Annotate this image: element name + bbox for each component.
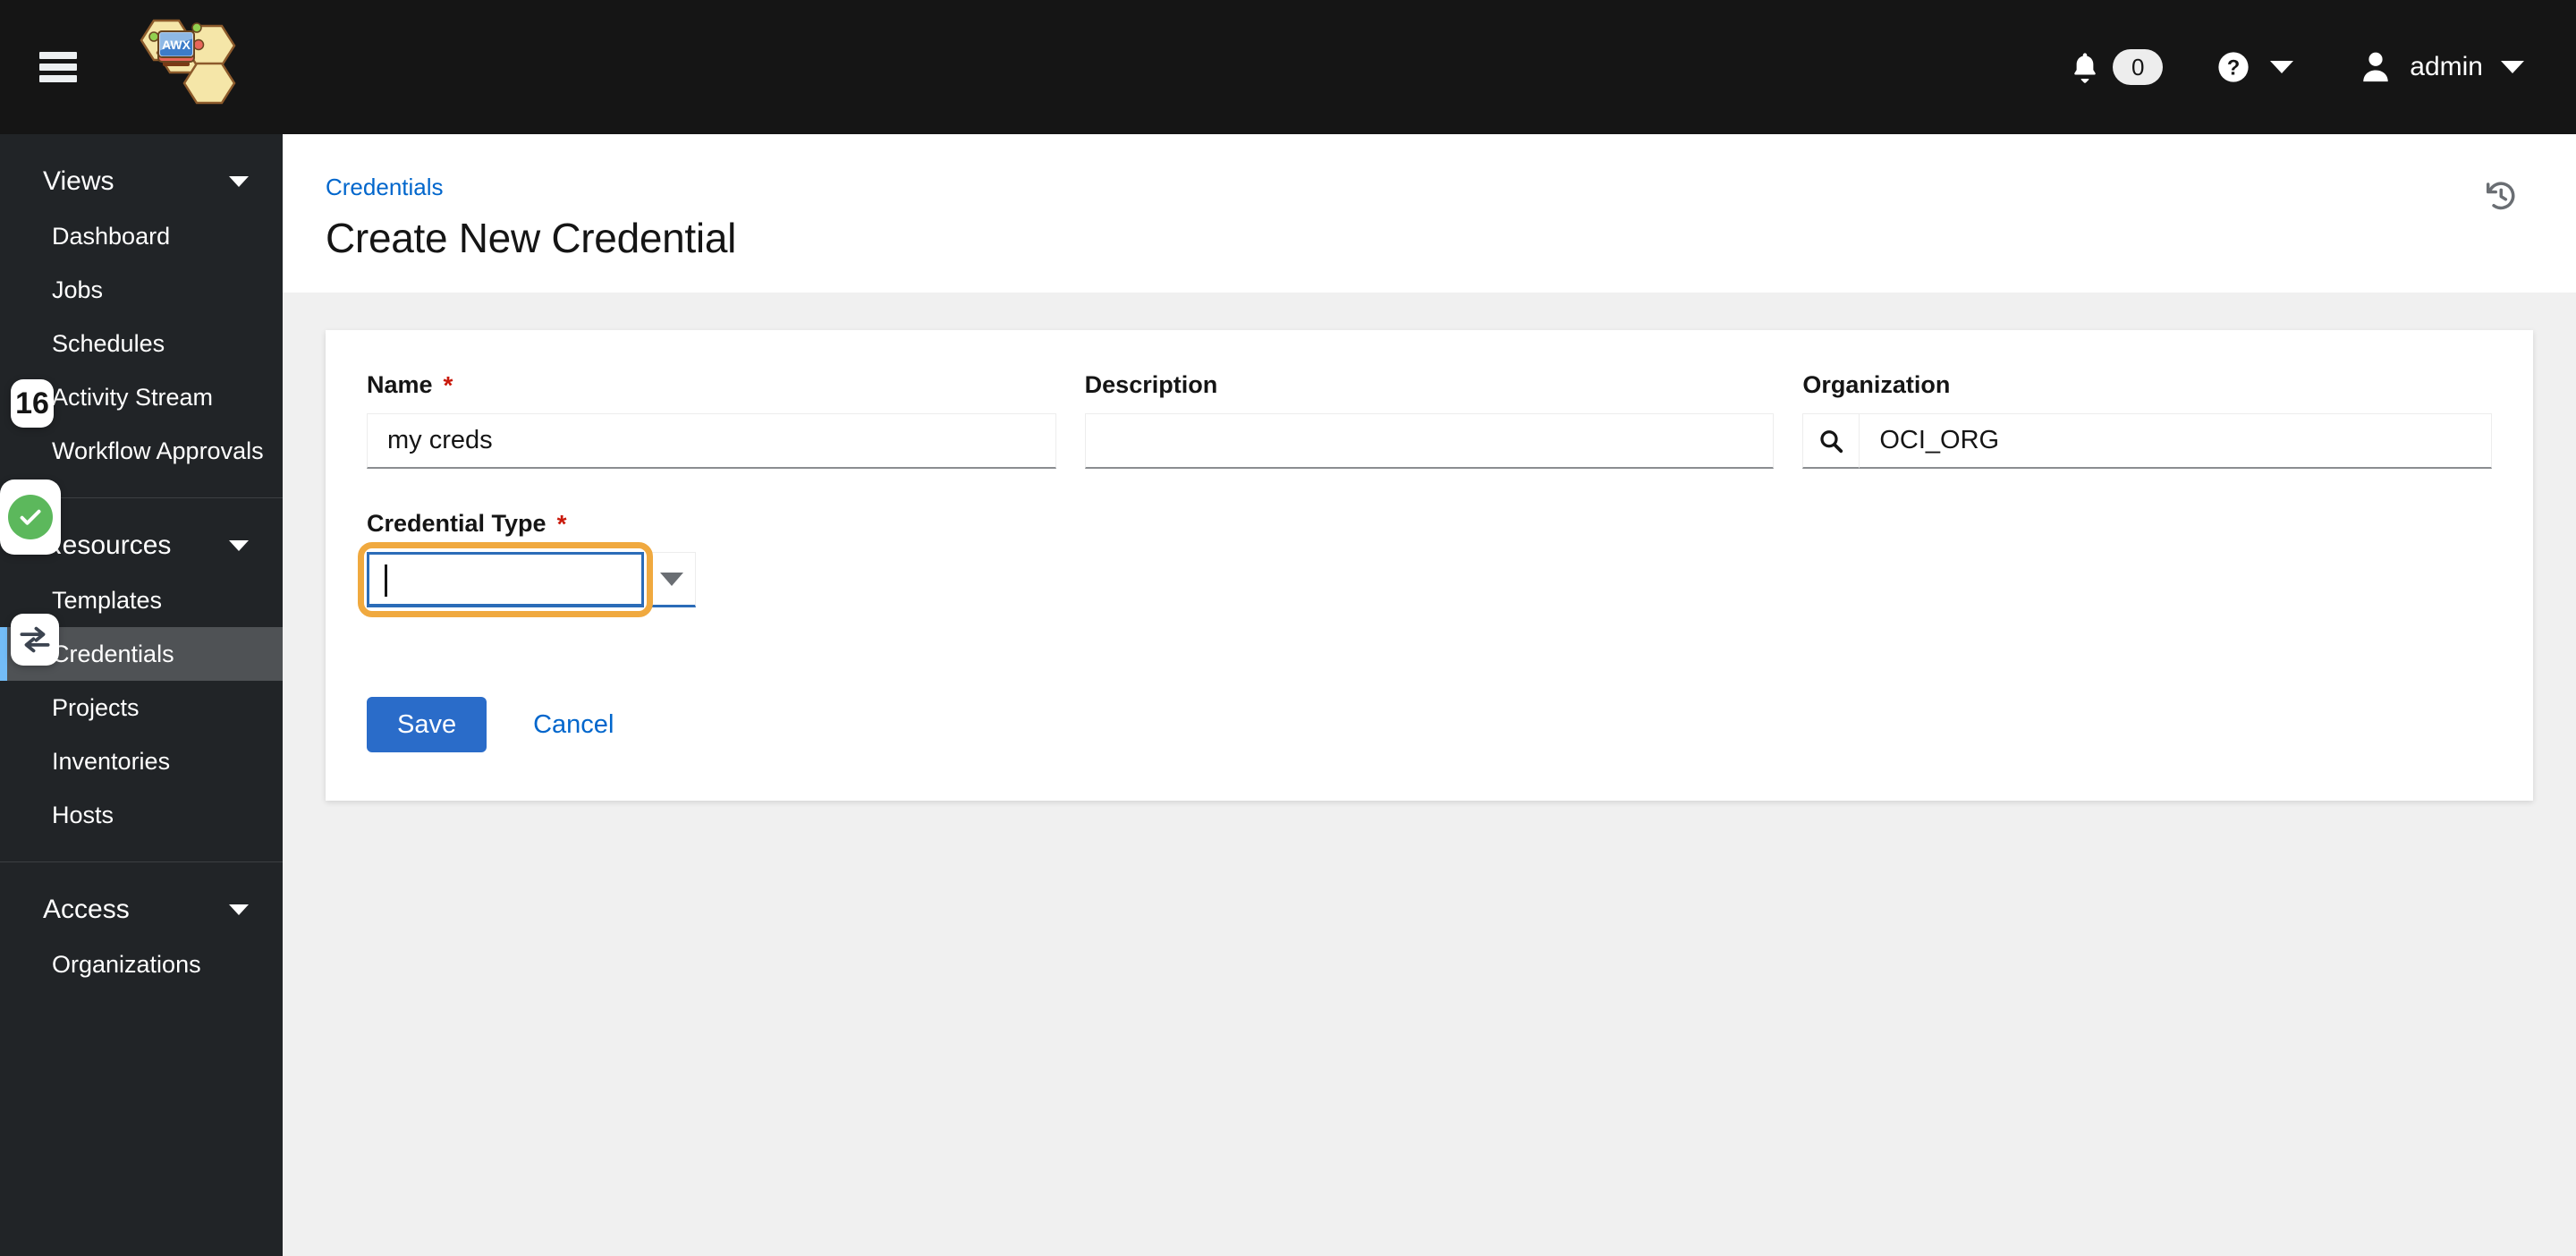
- required-asterisk: *: [556, 509, 567, 538]
- svg-text:?: ?: [2227, 56, 2241, 81]
- chevron-down-icon[interactable]: [2501, 61, 2524, 73]
- organization-label: Organization: [1802, 371, 2492, 399]
- sidebar-item-label: Workflow Approvals: [52, 437, 264, 464]
- step-badge-16: 16: [11, 379, 54, 428]
- credential-type-typeahead: [358, 542, 698, 617]
- user-name-label: admin: [2410, 52, 2483, 81]
- organization-label-text: Organization: [1802, 371, 1951, 398]
- field-credential-type: Credential Type *: [358, 510, 1056, 617]
- field-name: Name *: [367, 371, 1056, 469]
- sidebar-item-label: Schedules: [52, 329, 165, 357]
- sidebar-item-organizations[interactable]: Organizations: [0, 938, 283, 991]
- credential-type-label-text: Credential Type: [367, 510, 547, 537]
- required-asterisk: *: [443, 370, 453, 399]
- chevron-down-icon[interactable]: [229, 176, 249, 187]
- field-description: Description: [1084, 371, 1775, 469]
- sidebar-item-label: Jobs: [52, 276, 104, 303]
- history-button[interactable]: [2483, 179, 2517, 217]
- form-row-credential-type: Credential Type *: [358, 510, 2492, 617]
- sidebar-item-label: Inventories: [52, 747, 171, 775]
- hamburger-menu-icon[interactable]: [39, 52, 77, 82]
- text-cursor: [385, 564, 387, 597]
- chevron-down-icon[interactable]: [2270, 61, 2294, 73]
- svg-text:AWX: AWX: [162, 38, 191, 52]
- sidebar-item-inventories[interactable]: Inventories: [0, 734, 283, 788]
- sidebar-item-dashboard[interactable]: Dashboard: [0, 209, 283, 263]
- organization-search-button[interactable]: [1802, 413, 1860, 469]
- sidebar-item-label: Hosts: [52, 801, 114, 828]
- help-circle-icon: ?: [2218, 52, 2249, 82]
- credential-type-label: Credential Type *: [367, 510, 1056, 538]
- status-success-badge: [0, 479, 61, 555]
- cancel-button[interactable]: Cancel: [503, 697, 644, 752]
- form-row-primary: Name * Description Organization: [367, 371, 2493, 469]
- chevron-down-icon[interactable]: [229, 904, 249, 915]
- sidebar-item-hosts[interactable]: Hosts: [0, 788, 283, 842]
- hamburger-bar: [39, 52, 77, 59]
- description-label-text: Description: [1084, 371, 1218, 398]
- history-icon: [2486, 182, 2515, 210]
- sidebar-item-label: Projects: [52, 693, 140, 721]
- sidebar-item-projects[interactable]: Projects: [0, 681, 283, 734]
- page-header: Credentials Create New Credential: [283, 134, 2576, 293]
- user-menu[interactable]: admin: [2360, 50, 2524, 84]
- credential-type-input[interactable]: [367, 552, 644, 607]
- name-label-text: Name: [367, 371, 433, 398]
- caret-down-icon: [660, 572, 683, 586]
- bell-icon: [2074, 53, 2097, 83]
- field-organization: Organization: [1802, 371, 2493, 469]
- page-title: Create New Credential: [326, 215, 737, 261]
- sidebar-group-views[interactable]: Views: [0, 154, 283, 209]
- sidebar-item-label: Organizations: [52, 950, 201, 978]
- sidebar-item-label: Dashboard: [52, 222, 171, 250]
- sidebar-item-label: Templates: [52, 586, 163, 614]
- check-circle-icon: [8, 495, 53, 539]
- credential-type-input-group: [358, 542, 698, 617]
- organization-input-group: [1802, 413, 2493, 469]
- awx-logo[interactable]: AWX: [111, 17, 272, 117]
- exchange-arrows-icon: [20, 626, 50, 653]
- sidebar-navigation: Views Dashboard Jobs Schedules Activity …: [0, 134, 283, 1256]
- sidebar-group-label: Resources: [43, 530, 172, 560]
- sidebar-group-label: Access: [43, 895, 130, 924]
- credential-form-card: Name * Description Organization: [326, 330, 2533, 801]
- swap-badge: [11, 614, 59, 666]
- form-actions: Save Cancel: [367, 697, 2492, 752]
- name-label: Name *: [367, 371, 1056, 399]
- notification-count-badge[interactable]: 0: [2113, 49, 2164, 85]
- sidebar-item-label: Activity Stream: [52, 383, 214, 411]
- sidebar-item-label: Credentials: [52, 640, 174, 667]
- user-icon: [2363, 52, 2389, 82]
- masthead: AWX 0 ? admin: [0, 0, 2576, 134]
- sidebar-divider: [0, 861, 283, 862]
- sidebar-item-workflow-approvals[interactable]: Workflow Approvals: [0, 424, 283, 478]
- help-menu[interactable]: ?: [2216, 50, 2294, 84]
- organization-input[interactable]: [1860, 413, 2493, 469]
- sidebar-item-jobs[interactable]: Jobs: [0, 263, 283, 317]
- breadcrumb-credentials[interactable]: Credentials: [326, 174, 2533, 201]
- search-icon: [1820, 429, 1843, 453]
- description-label: Description: [1085, 371, 1775, 399]
- description-input[interactable]: [1084, 413, 1775, 469]
- main-content: Credentials Create New Credential Name *: [283, 134, 2576, 1256]
- sidebar-group-access[interactable]: Access: [0, 882, 283, 938]
- sidebar-item-schedules[interactable]: Schedules: [0, 317, 283, 370]
- chevron-down-icon[interactable]: [229, 540, 249, 551]
- hamburger-bar: [39, 75, 77, 82]
- hamburger-bar: [39, 64, 77, 71]
- name-input[interactable]: [367, 413, 1056, 469]
- notifications-button[interactable]: 0: [2061, 49, 2172, 85]
- field-spacer: [1085, 510, 1775, 607]
- masthead-toolbar: 0 ? admin: [2061, 0, 2576, 134]
- field-spacer: [1802, 510, 2492, 607]
- sidebar-group-label: Views: [43, 166, 114, 196]
- save-button[interactable]: Save: [367, 697, 487, 752]
- credential-type-dropdown-toggle[interactable]: [648, 552, 696, 607]
- step-badge-label: 16: [15, 386, 49, 420]
